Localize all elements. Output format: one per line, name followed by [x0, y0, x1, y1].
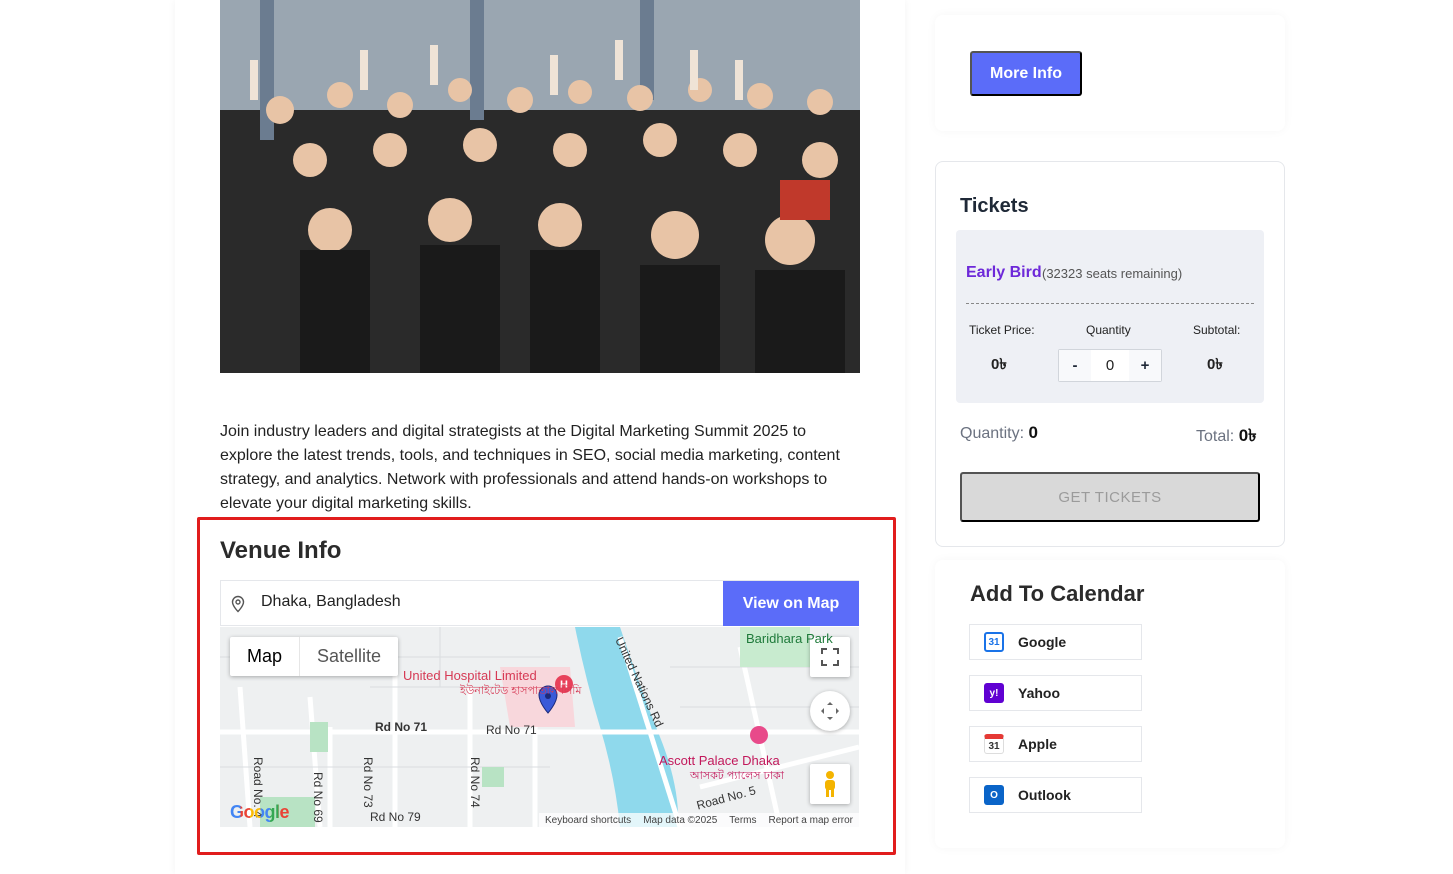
- map-type-map-button[interactable]: Map: [230, 637, 301, 676]
- map-label-ascott-bn: আসকট প্যালেস ঢাকা: [690, 770, 784, 782]
- map-report-error-link[interactable]: Report a map error: [769, 815, 853, 826]
- ticket-divider: [966, 303, 1254, 304]
- ticket-price-label: Ticket Price:: [969, 323, 1035, 337]
- tickets-title: Tickets: [960, 195, 1029, 217]
- quantity-input[interactable]: 0: [1091, 357, 1129, 374]
- summary-total-label: Total:: [1196, 428, 1235, 445]
- calendar-yahoo-button[interactable]: y! Yahoo: [969, 675, 1142, 711]
- map-label-rd74: Rd No 74: [468, 757, 482, 808]
- map-type-control: Map Satellite: [230, 637, 399, 676]
- google-logo: Google: [230, 802, 290, 822]
- ticket-subtotal-value: 0৳: [1207, 356, 1223, 373]
- get-tickets-button[interactable]: GET TICKETS: [960, 472, 1260, 522]
- yahoo-icon: y!: [984, 683, 1004, 703]
- calendar-google-button[interactable]: 31 Google: [969, 624, 1142, 660]
- summary-total: Total: 0৳: [1196, 423, 1257, 451]
- calendar-google-label: Google: [1018, 634, 1067, 650]
- map-label-rd73: Rd No 73: [361, 757, 375, 808]
- venue-title: Venue Info: [220, 537, 342, 564]
- calendar-outlook-label: Outlook: [1018, 787, 1071, 803]
- outlook-icon: O: [984, 785, 1004, 805]
- map-footer: Keyboard shortcuts Map data ©2025 Terms …: [539, 813, 859, 827]
- ticket-price-value: 0৳: [991, 356, 1007, 373]
- ticket-quantity-label: Quantity: [1086, 323, 1131, 337]
- quantity-stepper: - 0 +: [1058, 349, 1162, 382]
- ticket-seats-remaining: (32323 seats remaining): [1042, 266, 1183, 281]
- calendar-apple-button[interactable]: 31 Apple: [969, 726, 1142, 762]
- map-label-hospital: United Hospital Limited: [403, 668, 537, 683]
- fullscreen-icon: [821, 648, 839, 666]
- location-pin-icon: [229, 595, 247, 613]
- camera-control-button[interactable]: [810, 691, 850, 731]
- view-on-map-button[interactable]: View on Map: [723, 581, 859, 626]
- map-label-baridhara: Baridhara Park: [746, 631, 833, 646]
- street-view-pegman-button[interactable]: [810, 764, 850, 804]
- summary-quantity-label: Quantity:: [960, 425, 1025, 442]
- map-keyboard-shortcuts-link[interactable]: Keyboard shortcuts: [545, 815, 631, 826]
- venue-map[interactable]: H Map Satellite United Hospital Limited …: [220, 627, 859, 827]
- google-calendar-icon: 31: [984, 632, 1004, 652]
- quantity-increment-button[interactable]: +: [1129, 350, 1161, 381]
- calendar-outlook-button[interactable]: O Outlook: [969, 777, 1142, 813]
- ticket-subtotal-label: Subtotal:: [1193, 323, 1241, 337]
- event-description: Join industry leaders and digital strate…: [220, 423, 840, 512]
- summary-total-value: 0৳: [1238, 426, 1257, 445]
- map-label-rd79: Rd No 79: [370, 810, 421, 824]
- pegman-icon: [825, 771, 835, 797]
- map-label-rd71-a: Rd No 71: [375, 720, 428, 734]
- apple-calendar-icon: 31: [984, 734, 1004, 754]
- map-label-rd71-b: Rd No 71: [486, 723, 537, 737]
- more-info-button[interactable]: More Info: [970, 51, 1082, 96]
- map-label-rd69: Rd No 69: [311, 772, 325, 823]
- summary-quantity-value: 0: [1028, 423, 1038, 442]
- summary-quantity: Quantity: 0: [960, 423, 1038, 443]
- event-page: Join industry leaders and digital strate…: [0, 0, 1453, 874]
- calendar-title: Add To Calendar: [970, 581, 1145, 606]
- venue-address: Dhaka, Bangladesh: [261, 593, 401, 610]
- ticket-tier-early-bird: Early Bird (32323 seats remaining) Ticke…: [956, 230, 1264, 403]
- map-label-hospital-bn: ইউনাইটেড হাসপাতাল লিমি: [460, 685, 582, 697]
- map-type-satellite-button[interactable]: Satellite: [300, 637, 398, 676]
- pan-arrows-icon: [821, 702, 839, 720]
- map-terms-link[interactable]: Terms: [729, 815, 756, 826]
- calendar-apple-label: Apple: [1018, 736, 1057, 752]
- event-hero-image: [220, 0, 860, 373]
- map-label-ascott: Ascott Palace Dhaka: [659, 753, 780, 768]
- calendar-yahoo-label: Yahoo: [1018, 685, 1061, 701]
- map-data-attribution: Map data ©2025: [643, 814, 718, 826]
- ticket-tier-name: Early Bird: [966, 264, 1042, 281]
- quantity-decrement-button[interactable]: -: [1059, 350, 1091, 381]
